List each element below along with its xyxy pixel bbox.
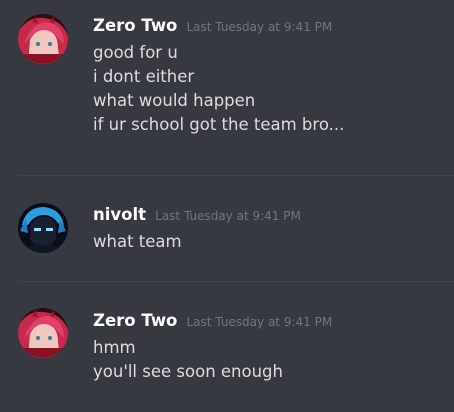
chat-messages: Zero Two Last Tuesday at 9:41 PM good fo…: [0, 0, 454, 412]
avatar[interactable]: [18, 308, 68, 358]
zero-two-avatar-icon: [18, 14, 68, 64]
message-line: what would happen: [93, 91, 256, 110]
message-line: you'll see soon enough: [93, 362, 283, 381]
avatar[interactable]: [18, 14, 68, 64]
message-line: hmm: [93, 338, 136, 357]
message-content: hmm you'll see soon enough: [93, 336, 448, 384]
username[interactable]: Zero Two: [93, 311, 177, 330]
zero-two-avatar-icon: [18, 308, 68, 358]
message-divider: [18, 281, 454, 282]
message-header: Zero Two Last Tuesday at 9:41 PM: [93, 16, 332, 37]
message-header: nivolt Last Tuesday at 9:41 PM: [93, 205, 301, 226]
message-header: Zero Two Last Tuesday at 9:41 PM: [93, 311, 332, 332]
message-line: if ur school got the team bro...: [93, 115, 345, 134]
nivolt-avatar-icon: [18, 203, 68, 253]
message-line: what team: [93, 232, 182, 251]
timestamp: Last Tuesday at 9:41 PM: [186, 315, 333, 329]
timestamp: Last Tuesday at 9:41 PM: [186, 20, 333, 34]
username[interactable]: Zero Two: [93, 16, 177, 35]
username[interactable]: nivolt: [93, 205, 146, 224]
timestamp: Last Tuesday at 9:41 PM: [155, 209, 301, 223]
avatar[interactable]: [18, 203, 68, 253]
message-line: i dont either: [93, 67, 195, 86]
message-content: good for u i dont either what would happ…: [93, 41, 448, 137]
message-line: good for u: [93, 43, 178, 62]
message-content: what team: [93, 230, 448, 254]
message-divider: [18, 175, 454, 176]
